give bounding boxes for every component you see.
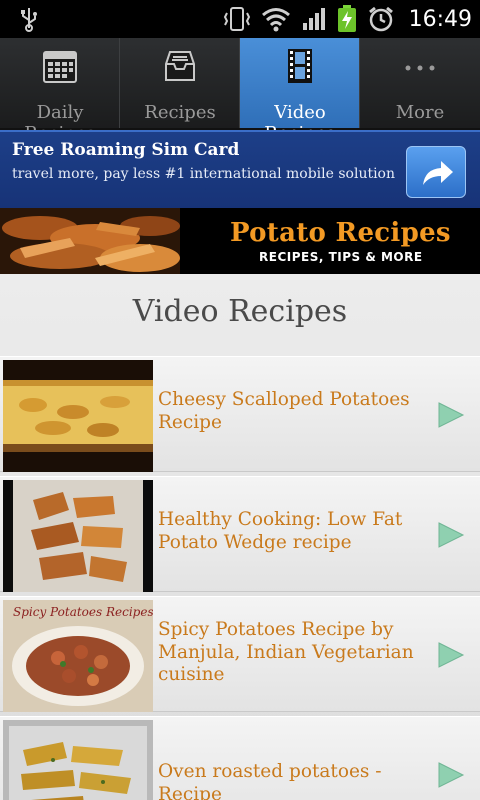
- video-list-item[interactable]: Spicy Potatoes Recipes Spicy Potatoes Re…: [0, 596, 480, 712]
- thumbnail-caption: Spicy Potatoes Recipes: [13, 605, 153, 619]
- ad-title: Free Roaming Sim Card: [12, 140, 240, 160]
- tab-more[interactable]: More: [360, 38, 480, 128]
- play-arrow-icon: [438, 402, 465, 428]
- ad-subtitle: travel more, pay less #1 international m…: [12, 166, 396, 182]
- video-thumbnail: Spicy Potatoes Recipes: [3, 600, 153, 712]
- video-thumbnail: [3, 360, 153, 472]
- inbox-tray-icon: [164, 51, 195, 81]
- header-title: Potato Recipes: [230, 218, 451, 248]
- video-title: Healthy Cooking: Low Fat Potato Wedge re…: [158, 509, 403, 553]
- video-list-item[interactable]: Healthy Cooking: Low Fat Potato Wedge re…: [0, 476, 480, 592]
- video-list-item[interactable]: Oven roasted potatoes - Recipe: [0, 716, 480, 800]
- usb-icon: [21, 8, 37, 32]
- header-subtitle: RECIPES, TIPS & MORE: [259, 250, 423, 264]
- alarm-icon: [368, 6, 393, 32]
- main-content: Video Recipes Cheesy Scalloped Potatoes …: [0, 274, 480, 800]
- battery-charging-icon: [337, 5, 356, 32]
- wifi-icon: [261, 8, 290, 32]
- tab-label: More: [395, 102, 445, 123]
- potato-wedges-image: [0, 208, 180, 274]
- video-title: Cheesy Scalloped Potatoes Recipe: [158, 389, 410, 433]
- play-arrow-icon: [438, 642, 465, 668]
- video-list-item[interactable]: Cheesy Scalloped Potatoes Recipe: [0, 356, 480, 472]
- ad-open-button[interactable]: [406, 146, 466, 198]
- video-title: Oven roasted potatoes - Recipe: [158, 761, 382, 800]
- play-arrow-icon: [438, 522, 465, 548]
- header-banner: Potato Recipes RECIPES, TIPS & MORE: [0, 208, 480, 274]
- tab-bar: Daily Recipes Recipes Video Recipes More: [0, 38, 480, 144]
- tab-label: Recipes: [144, 102, 216, 123]
- video-thumbnail: [3, 480, 153, 592]
- signal-icon: [302, 8, 325, 30]
- tab-daily-recipes[interactable]: Daily Recipes: [0, 38, 120, 144]
- ad-banner[interactable]: Free Roaming Sim Card travel more, pay l…: [0, 130, 480, 208]
- tab-video-recipes[interactable]: Video Recipes: [240, 38, 360, 144]
- more-dots-icon: [405, 65, 435, 71]
- film-strip-icon: [287, 49, 312, 83]
- video-thumbnail: [3, 720, 153, 800]
- status-time: 16:49: [408, 6, 472, 32]
- tab-recipes[interactable]: Recipes: [120, 38, 240, 128]
- page-title: Video Recipes: [132, 294, 348, 329]
- calendar-icon: [42, 51, 77, 83]
- share-arrow-icon: [423, 161, 453, 185]
- vibrate-icon: [223, 7, 250, 31]
- play-arrow-icon: [438, 762, 465, 788]
- video-title: Spicy Potatoes Recipe by Manjula, Indian…: [158, 619, 414, 685]
- status-bar: 16:49: [0, 0, 480, 38]
